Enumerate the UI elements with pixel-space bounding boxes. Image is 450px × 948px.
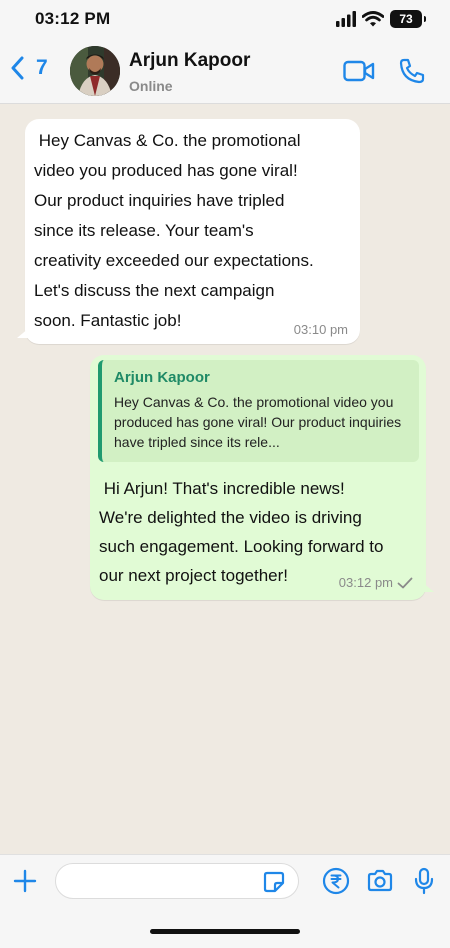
phone-icon xyxy=(399,58,425,84)
status-time: 03:12 PM xyxy=(35,9,111,28)
plus-icon xyxy=(13,869,37,893)
sticker-button[interactable] xyxy=(262,870,286,899)
unread-count: 7 xyxy=(36,56,48,79)
contact-name[interactable]: Arjun Kapoor xyxy=(129,50,250,72)
video-camera-icon xyxy=(343,60,375,82)
message-time: 03:12 pm xyxy=(338,575,393,590)
quoted-message[interactable]: Arjun Kapoor Hey Canvas & Co. the promot… xyxy=(98,360,419,462)
voice-message-button[interactable] xyxy=(414,867,434,900)
wifi-icon xyxy=(362,11,384,27)
message-text: Hey Canvas & Co. the promotional video y… xyxy=(34,131,314,330)
message-text: Hi Arjun! That's incredible news! We're … xyxy=(99,479,384,585)
chat-header: 7 Arjun Kapoor Online xyxy=(0,38,450,104)
microphone-icon xyxy=(414,867,434,895)
sticker-icon xyxy=(263,871,285,893)
quoted-author: Arjun Kapoor xyxy=(114,369,210,386)
chevron-left-icon xyxy=(11,56,24,80)
message-time: 03:10 pm xyxy=(293,322,348,337)
battery-icon: 73 xyxy=(390,10,426,28)
incoming-message[interactable]: Hey Canvas & Co. the promotional video y… xyxy=(17,119,360,344)
avatar-image xyxy=(70,46,120,96)
camera-button[interactable] xyxy=(366,869,394,898)
video-call-button[interactable] xyxy=(343,60,375,87)
attach-button[interactable] xyxy=(13,869,37,898)
contact-status: Online xyxy=(129,78,173,94)
quoted-text: Hey Canvas & Co. the promotional video y… xyxy=(114,394,402,450)
message-input-bar xyxy=(0,854,450,948)
camera-icon xyxy=(367,869,393,892)
chat-area[interactable]: Hey Canvas & Co. the promotional video y… xyxy=(0,104,450,854)
status-icons: 73 xyxy=(336,9,426,29)
home-indicator xyxy=(150,929,300,934)
avatar[interactable] xyxy=(70,46,120,96)
check-icon xyxy=(397,577,413,588)
outgoing-message[interactable]: Arjun Kapoor Hey Canvas & Co. the promot… xyxy=(90,355,434,600)
message-meta: 03:12 pm xyxy=(339,575,413,590)
voice-call-button[interactable] xyxy=(398,57,426,90)
cellular-signal-icon xyxy=(336,11,356,27)
battery-level: 73 xyxy=(399,12,413,26)
rupee-payment-icon xyxy=(322,867,350,895)
back-button[interactable]: 7 xyxy=(10,56,48,80)
payment-button[interactable] xyxy=(322,867,350,900)
status-bar: 03:12 PM 73 xyxy=(0,0,450,38)
